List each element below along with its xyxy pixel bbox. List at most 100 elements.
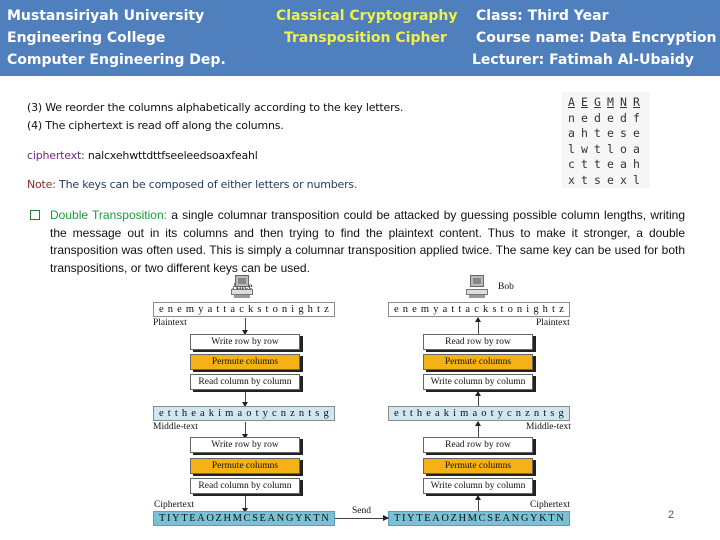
arrow-down xyxy=(242,496,248,513)
strip-letter: y xyxy=(198,304,204,315)
strip-letter: M xyxy=(232,513,242,524)
strip-letter: T xyxy=(548,513,555,524)
strip-letter: h xyxy=(307,304,313,315)
arrow-up xyxy=(475,317,481,334)
strip-letter: e xyxy=(191,408,196,419)
alice-middletext-label: Middle-text xyxy=(153,422,198,432)
page-number: 2 xyxy=(668,509,675,521)
strip-letter: e xyxy=(426,408,431,419)
strip-letter: S xyxy=(487,513,493,524)
strip-letter: e xyxy=(159,304,164,315)
strip-letter: A xyxy=(267,513,276,524)
strip-letter: N xyxy=(556,513,564,524)
bob-plaintext-strip: enemyattackstonightz xyxy=(388,302,570,317)
strip-letter: h xyxy=(542,304,548,315)
strip-letter: t xyxy=(500,304,504,315)
arrow-down xyxy=(242,392,248,407)
arrow-down xyxy=(242,318,248,335)
strip-letter: y xyxy=(433,304,439,315)
strip-letter: o xyxy=(246,408,252,419)
strip-letter: n xyxy=(167,304,174,315)
strip-letter: a xyxy=(237,408,243,419)
strip-letter: o xyxy=(481,408,487,419)
encrypt-step-read-column: Read column by column xyxy=(190,374,300,390)
strip-letter: a xyxy=(442,304,448,315)
strip-letter: G xyxy=(520,513,529,524)
strip-letter: e xyxy=(159,408,164,419)
strip-letter: e xyxy=(177,304,182,315)
strip-letter: k xyxy=(208,408,215,419)
strip-letter: I xyxy=(166,513,171,524)
strip-letter: a xyxy=(230,304,236,315)
strip-letter: t xyxy=(552,304,555,315)
strip-letter: i xyxy=(526,304,530,315)
strip-letter: g xyxy=(533,304,539,315)
bob-ciphertext-label: Ciphertext xyxy=(530,500,571,510)
strip-letter: T xyxy=(159,513,166,524)
strip-letter: m xyxy=(460,408,469,419)
strip-letter: T xyxy=(416,513,423,524)
strip-letter: A xyxy=(197,513,205,524)
double-transposition-diagram: Alice Bob enemyattackstonightz enemyatta… xyxy=(0,0,720,540)
strip-letter: E xyxy=(424,513,431,524)
strip-letter: E xyxy=(189,513,196,524)
send-label: Send xyxy=(352,506,371,516)
strip-letter: y xyxy=(262,408,268,419)
strip-letter: t xyxy=(216,304,220,315)
strip-letter: s xyxy=(492,304,497,315)
decrypt-step-write-column: Write column by column xyxy=(423,374,533,390)
strip-letter: z xyxy=(324,304,329,315)
strip-letter: t xyxy=(265,304,269,315)
strip-letter: k xyxy=(482,304,489,315)
strip-letter: T xyxy=(313,513,320,524)
strip-letter: t xyxy=(409,408,413,419)
strip-letter: a xyxy=(434,408,440,419)
strip-letter: z xyxy=(559,304,564,315)
bob-ciphertext-strip: TIYTEAOZHMCSEANGYKTN xyxy=(388,511,570,526)
alice-ciphertext-strip: TIYTEAOZHMCSEANGYKTN xyxy=(153,511,335,526)
strip-letter: H xyxy=(458,513,467,524)
strip-letter: a xyxy=(207,304,213,315)
strip-letter: z xyxy=(525,408,530,419)
strip-letter: m xyxy=(185,304,195,315)
strip-letter: N xyxy=(511,513,520,524)
receiver-label: Bob xyxy=(498,282,514,292)
strip-letter: G xyxy=(285,513,294,524)
bob-middletext-label: Middle-text xyxy=(526,422,571,432)
decrypt-step-permute: Permute columns xyxy=(423,458,533,474)
decrypt-step-permute: Permute columns xyxy=(423,354,533,370)
strip-letter: n xyxy=(402,304,409,315)
strip-letter: k xyxy=(443,408,450,419)
strip-letter: n xyxy=(298,408,305,419)
strip-letter: Y xyxy=(294,513,303,524)
strip-letter: s xyxy=(315,408,320,419)
strip-letter: c xyxy=(271,408,277,419)
arrow-down xyxy=(242,422,248,439)
alice-plaintext-strip: enemyattackstonightz xyxy=(153,302,335,317)
decrypt-step-read-row: Read row by row xyxy=(423,437,533,453)
strip-letter: O xyxy=(441,513,449,524)
strip-letter: o xyxy=(272,304,278,315)
strip-letter: A xyxy=(432,513,440,524)
strip-letter: o xyxy=(507,304,513,315)
strip-letter: S xyxy=(252,513,258,524)
strip-letter: t xyxy=(308,408,312,419)
strip-letter: y xyxy=(497,408,503,419)
decrypt-step-read-row: Read row by row xyxy=(423,334,533,350)
strip-letter: Z xyxy=(450,513,457,524)
strip-letter: T xyxy=(394,513,401,524)
strip-letter: t xyxy=(174,408,178,419)
strip-letter: n xyxy=(281,304,288,315)
strip-letter: t xyxy=(543,408,547,419)
strip-letter: z xyxy=(290,408,295,419)
strip-letter: h xyxy=(416,408,423,419)
strip-letter: I xyxy=(401,513,406,524)
strip-letter: H xyxy=(223,513,232,524)
strip-letter: N xyxy=(321,513,329,524)
bob-computer-icon xyxy=(466,275,488,299)
decrypt-step-write-column: Write column by column xyxy=(423,478,533,494)
strip-letter: i xyxy=(453,408,457,419)
strip-letter: K xyxy=(304,513,312,524)
arrow-up xyxy=(475,495,481,512)
strip-letter: h xyxy=(181,408,188,419)
